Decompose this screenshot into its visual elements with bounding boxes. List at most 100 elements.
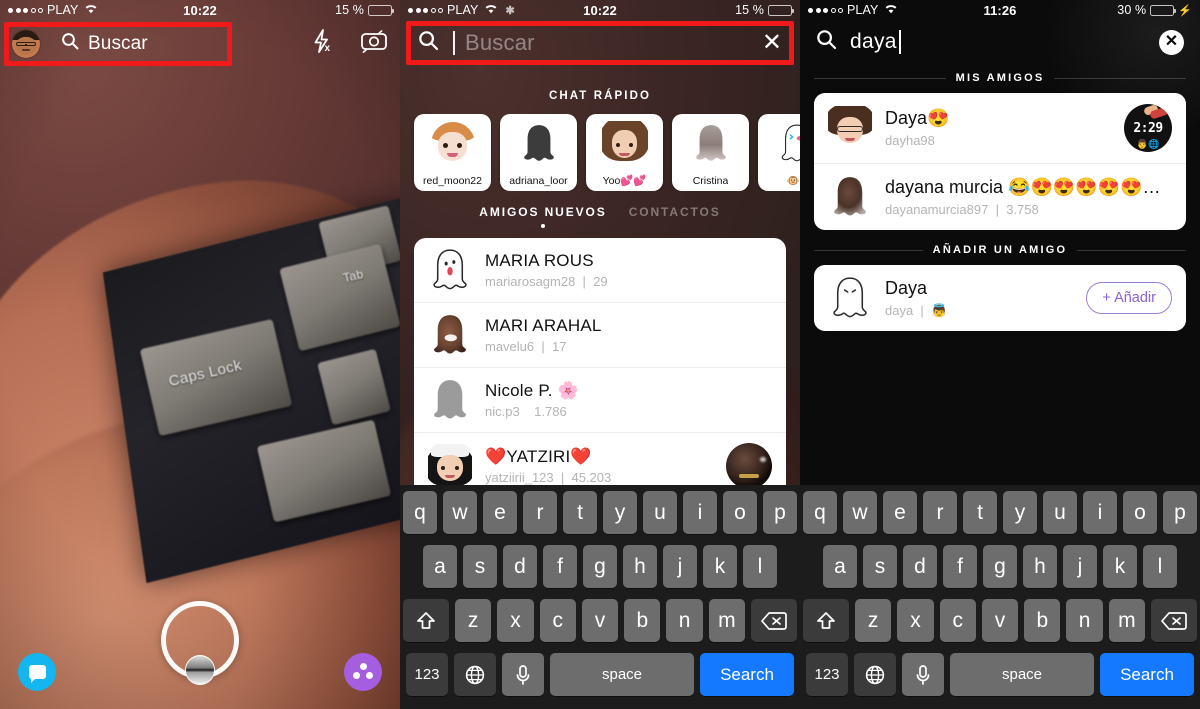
key-g[interactable]: g bbox=[983, 545, 1017, 588]
key-j[interactable]: j bbox=[1063, 545, 1097, 588]
key-w[interactable]: w bbox=[443, 491, 477, 534]
key-e[interactable]: e bbox=[483, 491, 517, 534]
key-e[interactable]: e bbox=[883, 491, 917, 534]
key-d[interactable]: d bbox=[503, 545, 537, 588]
key-c[interactable]: c bbox=[939, 599, 976, 642]
quick-chat-item[interactable]: adriana_loor bbox=[500, 114, 577, 191]
key-x[interactable]: x bbox=[497, 599, 534, 642]
key-o[interactable]: o bbox=[723, 491, 757, 534]
key-m[interactable]: m bbox=[708, 599, 745, 642]
key-b[interactable]: b bbox=[624, 599, 661, 642]
search-key[interactable]: Search bbox=[700, 653, 794, 696]
key-u[interactable]: u bbox=[1043, 491, 1077, 534]
ghost-outline-icon bbox=[428, 248, 472, 292]
numbers-key[interactable]: 123 bbox=[806, 653, 848, 696]
backspace-key[interactable] bbox=[1150, 599, 1197, 642]
onscreen-keyboard[interactable]: q w e r t y u i o p a s d f g h j k l z … bbox=[800, 485, 1200, 709]
key-r[interactable]: r bbox=[523, 491, 557, 534]
clear-search-button[interactable]: ✕ bbox=[1159, 29, 1184, 55]
key-i[interactable]: i bbox=[1083, 491, 1117, 534]
quick-chat-item[interactable]: 🐵S bbox=[758, 114, 800, 191]
clear-search-icon[interactable]: ✕ bbox=[762, 31, 782, 55]
search-input-row[interactable]: Buscar ✕ bbox=[400, 20, 800, 66]
key-x[interactable]: x bbox=[897, 599, 934, 642]
key-c[interactable]: c bbox=[539, 599, 576, 642]
add-friend-button[interactable]: + Añadir bbox=[1086, 282, 1172, 314]
search-key[interactable]: Search bbox=[1100, 653, 1194, 696]
key-q[interactable]: q bbox=[403, 491, 437, 534]
quick-chat-item[interactable]: red_moon22 bbox=[414, 114, 491, 191]
key-t[interactable]: t bbox=[963, 491, 997, 534]
globe-icon[interactable] bbox=[454, 653, 496, 696]
key-f[interactable]: f bbox=[943, 545, 977, 588]
key-j[interactable]: j bbox=[663, 545, 697, 588]
key-h[interactable]: h bbox=[623, 545, 657, 588]
microphone-icon[interactable] bbox=[502, 653, 544, 696]
search-input-row[interactable]: daya ✕ bbox=[800, 20, 1200, 64]
chat-button[interactable] bbox=[18, 653, 56, 691]
list-item[interactable]: Nicole P. 🌸 nic.p3 1.786 bbox=[414, 367, 786, 432]
backspace-key[interactable] bbox=[750, 599, 797, 642]
key-q[interactable]: q bbox=[803, 491, 837, 534]
key-t[interactable]: t bbox=[563, 491, 597, 534]
flip-camera-icon[interactable] bbox=[360, 29, 388, 58]
key-y[interactable]: y bbox=[603, 491, 637, 534]
key-b[interactable]: b bbox=[1024, 599, 1061, 642]
story-thumbnail[interactable]: 2:29 👨🌐 bbox=[1124, 104, 1172, 152]
key-g[interactable]: g bbox=[583, 545, 617, 588]
key-d[interactable]: d bbox=[903, 545, 937, 588]
list-item[interactable]: MARI ARAHAL mavelu6 | 17 bbox=[414, 302, 786, 367]
key-z[interactable]: z bbox=[455, 599, 492, 642]
numbers-key[interactable]: 123 bbox=[406, 653, 448, 696]
key-s[interactable]: s bbox=[463, 545, 497, 588]
search-bar[interactable]: Buscar bbox=[49, 28, 245, 59]
result-name: Daya bbox=[885, 277, 928, 298]
table-row[interactable]: Daya daya | 👼 + Añadir bbox=[814, 265, 1186, 331]
microphone-icon[interactable] bbox=[902, 653, 944, 696]
shift-key[interactable] bbox=[403, 599, 450, 642]
battery-percent-label: 15 % bbox=[735, 3, 764, 17]
key-n[interactable]: n bbox=[1066, 599, 1103, 642]
key-m[interactable]: m bbox=[1108, 599, 1145, 642]
key-p[interactable]: p bbox=[763, 491, 797, 534]
key-v[interactable]: v bbox=[581, 599, 619, 642]
profile-avatar[interactable] bbox=[12, 29, 40, 58]
key-z[interactable]: z bbox=[855, 599, 892, 642]
key-u[interactable]: u bbox=[643, 491, 677, 534]
key-k[interactable]: k bbox=[703, 545, 737, 588]
key-h[interactable]: h bbox=[1023, 545, 1057, 588]
flash-off-icon[interactable]: x bbox=[312, 29, 334, 58]
table-row[interactable]: dayana murcia 😂😍😍😍😍😍… dayanamurcia897 | … bbox=[814, 163, 1186, 230]
key-r[interactable]: r bbox=[923, 491, 957, 534]
key-l[interactable]: l bbox=[1143, 545, 1177, 588]
key-a[interactable]: a bbox=[423, 545, 457, 588]
key-f[interactable]: f bbox=[543, 545, 577, 588]
tab-contactos[interactable]: CONTACTOS bbox=[629, 205, 721, 219]
key-i[interactable]: i bbox=[683, 491, 717, 534]
key-y[interactable]: y bbox=[1003, 491, 1037, 534]
key-v[interactable]: v bbox=[981, 599, 1019, 642]
key-w[interactable]: w bbox=[843, 491, 877, 534]
key-k[interactable]: k bbox=[1103, 545, 1137, 588]
space-key[interactable]: space bbox=[550, 653, 694, 696]
memories-button[interactable] bbox=[185, 655, 215, 685]
shift-key[interactable] bbox=[803, 599, 850, 642]
search-tabs[interactable]: AMIGOS NUEVOS CONTACTOS bbox=[400, 205, 800, 228]
key-p[interactable]: p bbox=[1163, 491, 1197, 534]
quick-chat-item[interactable]: Yoo💕💕 bbox=[586, 114, 663, 191]
key-l[interactable]: l bbox=[743, 545, 777, 588]
stories-button[interactable] bbox=[344, 653, 382, 691]
quick-chat-list[interactable]: red_moon22 adriana_loor Yoo💕💕 Cristina 🐵 bbox=[400, 114, 800, 191]
key-s[interactable]: s bbox=[863, 545, 897, 588]
list-item[interactable]: MARIA ROUS mariarosagm28 | 29 bbox=[414, 238, 786, 302]
key-n[interactable]: n bbox=[666, 599, 703, 642]
key-a[interactable]: a bbox=[823, 545, 857, 588]
key-o[interactable]: o bbox=[1123, 491, 1157, 534]
globe-icon[interactable] bbox=[854, 653, 896, 696]
table-row[interactable]: Daya😍 dayha98 2:29 👨🌐 bbox=[814, 93, 1186, 163]
onscreen-keyboard[interactable]: q w e r t y u i o p a s d f g h j k l z … bbox=[400, 485, 800, 709]
story-thumbnail[interactable] bbox=[726, 443, 772, 489]
quick-chat-item[interactable]: Cristina bbox=[672, 114, 749, 191]
tab-amigos-nuevos[interactable]: AMIGOS NUEVOS bbox=[479, 205, 606, 228]
space-key[interactable]: space bbox=[950, 653, 1094, 696]
